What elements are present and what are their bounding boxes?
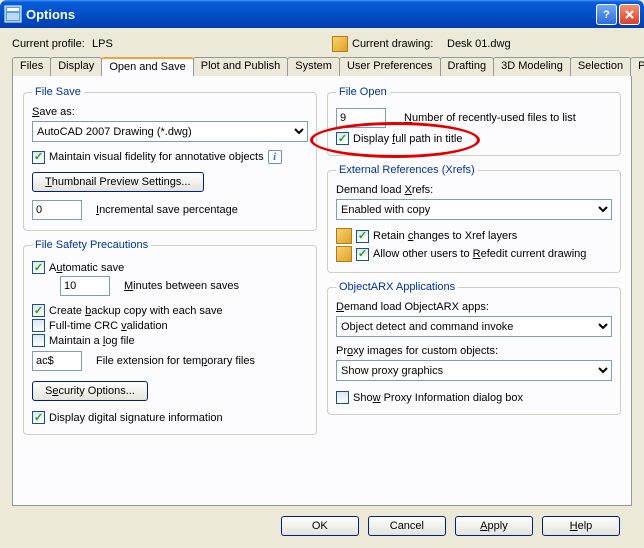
ok-button[interactable]: OK bbox=[281, 516, 359, 536]
tab-selection[interactable]: Selection bbox=[570, 57, 631, 76]
current-profile-label: Current profile: bbox=[12, 38, 92, 50]
backup-row[interactable]: Create backup copy with each save bbox=[32, 304, 308, 317]
current-drawing-label: Current drawing: bbox=[352, 38, 447, 50]
tab-files[interactable]: Files bbox=[12, 57, 51, 76]
proxy-label: Proxy images for custom objects: bbox=[336, 345, 612, 357]
save-as-select[interactable]: AutoCAD 2007 Drawing (*.dwg) bbox=[32, 121, 308, 142]
dwg-icon bbox=[336, 246, 352, 262]
xrefs-group: External References (Xrefs) Demand load … bbox=[327, 164, 621, 273]
tab-plot-publish[interactable]: Plot and Publish bbox=[193, 57, 289, 76]
minutes-label: Minutes between saves bbox=[124, 280, 239, 292]
incremental-row: Incremental save percentage bbox=[32, 200, 308, 220]
current-drawing-value: Desk 01.dwg bbox=[447, 38, 511, 50]
info-icon[interactable]: i bbox=[268, 150, 282, 164]
crc-row[interactable]: Full-time CRC validation bbox=[32, 319, 308, 332]
minutes-input[interactable] bbox=[60, 276, 110, 296]
incremental-label: Incremental save percentage bbox=[96, 204, 238, 216]
help-button-titlebar[interactable]: ? bbox=[596, 4, 617, 25]
tab-system[interactable]: System bbox=[287, 57, 340, 76]
fullpath-checkbox[interactable] bbox=[336, 132, 349, 145]
thumbnail-button[interactable]: Thumbnail Preview Settings... bbox=[32, 172, 204, 192]
file-open-legend: File Open bbox=[336, 86, 390, 98]
retain-label: Retain changes to Xref layers bbox=[373, 230, 517, 242]
ext-row: File extension for temporary files bbox=[32, 351, 308, 371]
logfile-row[interactable]: Maintain a log file bbox=[32, 334, 308, 347]
proxy-select[interactable]: Show proxy graphics bbox=[336, 360, 612, 381]
crc-label: Full-time CRC validation bbox=[49, 320, 168, 332]
recent-label: Number of recently-used files to list bbox=[404, 112, 576, 124]
signature-label: Display digital signature information bbox=[49, 412, 223, 424]
retain-row[interactable]: Retain changes to Xref layers bbox=[336, 228, 612, 244]
demand-xrefs-label: Demand load Xrefs: bbox=[336, 184, 612, 196]
allow-row[interactable]: Allow other users to Refedit current dra… bbox=[336, 246, 612, 262]
file-safety-legend: File Safety Precautions bbox=[32, 239, 151, 251]
demand-arx-select[interactable]: Object detect and command invoke bbox=[336, 316, 612, 337]
file-open-group: File Open Number of recently-used files … bbox=[327, 86, 621, 156]
tab-bar: Files Display Open and Save Plot and Pub… bbox=[12, 56, 632, 76]
tab-display[interactable]: Display bbox=[50, 57, 102, 76]
allow-label: Allow other users to Refedit current dra… bbox=[373, 248, 586, 260]
signature-row[interactable]: Display digital signature information bbox=[32, 411, 308, 424]
retain-checkbox[interactable] bbox=[356, 230, 369, 243]
fullpath-row[interactable]: Display full path in title bbox=[336, 132, 612, 145]
auto-save-row[interactable]: Automatic save bbox=[32, 261, 308, 274]
help-button[interactable]: Help bbox=[542, 516, 620, 536]
close-button[interactable] bbox=[619, 4, 640, 25]
file-save-legend: File Save bbox=[32, 86, 84, 98]
arx-legend: ObjectARX Applications bbox=[336, 281, 458, 293]
tab-open-and-save[interactable]: Open and Save bbox=[101, 57, 193, 76]
ext-input[interactable] bbox=[32, 351, 82, 371]
logfile-checkbox[interactable] bbox=[32, 334, 45, 347]
demand-xrefs-select[interactable]: Enabled with copy bbox=[336, 199, 612, 220]
dwg-icon bbox=[336, 228, 352, 244]
file-save-group: File Save Save as: AutoCAD 2007 Drawing … bbox=[23, 86, 317, 231]
minutes-row: Minutes between saves bbox=[60, 276, 308, 296]
fidelity-checkbox[interactable] bbox=[32, 151, 45, 164]
window-title: Options bbox=[26, 7, 594, 22]
tab-drafting[interactable]: Drafting bbox=[440, 57, 495, 76]
recent-row: Number of recently-used files to list bbox=[336, 108, 612, 128]
backup-checkbox[interactable] bbox=[32, 304, 45, 317]
backup-label: Create backup copy with each save bbox=[49, 305, 223, 317]
current-profile-value: LPS bbox=[92, 38, 292, 50]
tab-3d-modeling[interactable]: 3D Modeling bbox=[493, 57, 571, 76]
fullpath-label: Display full path in title bbox=[353, 133, 462, 145]
recent-input[interactable] bbox=[336, 108, 386, 128]
allow-checkbox[interactable] bbox=[356, 248, 369, 261]
svg-text:?: ? bbox=[603, 9, 610, 20]
fidelity-label: Maintain visual fidelity for annotative … bbox=[49, 151, 264, 163]
security-button[interactable]: Security Options... bbox=[32, 381, 148, 401]
crc-checkbox[interactable] bbox=[32, 319, 45, 332]
incremental-input[interactable] bbox=[32, 200, 82, 220]
tab-user-preferences[interactable]: User Preferences bbox=[339, 57, 441, 76]
logfile-label: Maintain a log file bbox=[49, 335, 135, 347]
signature-checkbox[interactable] bbox=[32, 411, 45, 424]
show-dialog-checkbox[interactable] bbox=[336, 391, 349, 404]
file-safety-group: File Safety Precautions Automatic save M… bbox=[23, 239, 317, 435]
app-icon bbox=[4, 5, 22, 23]
fidelity-row[interactable]: Maintain visual fidelity for annotative … bbox=[32, 150, 308, 164]
auto-save-checkbox[interactable] bbox=[32, 261, 45, 274]
cancel-button[interactable]: Cancel bbox=[368, 516, 446, 536]
title-bar: Options ? bbox=[0, 0, 644, 28]
dwg-icon bbox=[332, 36, 348, 52]
auto-save-label: Automatic save bbox=[49, 262, 124, 274]
xrefs-legend: External References (Xrefs) bbox=[336, 164, 478, 176]
save-as-label: Save as: bbox=[32, 106, 308, 118]
show-dialog-row[interactable]: Show Proxy Information dialog box bbox=[336, 391, 612, 404]
demand-arx-label: Demand load ObjectARX apps: bbox=[336, 301, 612, 313]
arx-group: ObjectARX Applications Demand load Objec… bbox=[327, 281, 621, 415]
apply-button[interactable]: Apply bbox=[455, 516, 533, 536]
show-dialog-label: Show Proxy Information dialog box bbox=[353, 392, 523, 404]
ext-label: File extension for temporary files bbox=[96, 355, 255, 367]
tab-overflow[interactable]: P bbox=[630, 57, 644, 76]
